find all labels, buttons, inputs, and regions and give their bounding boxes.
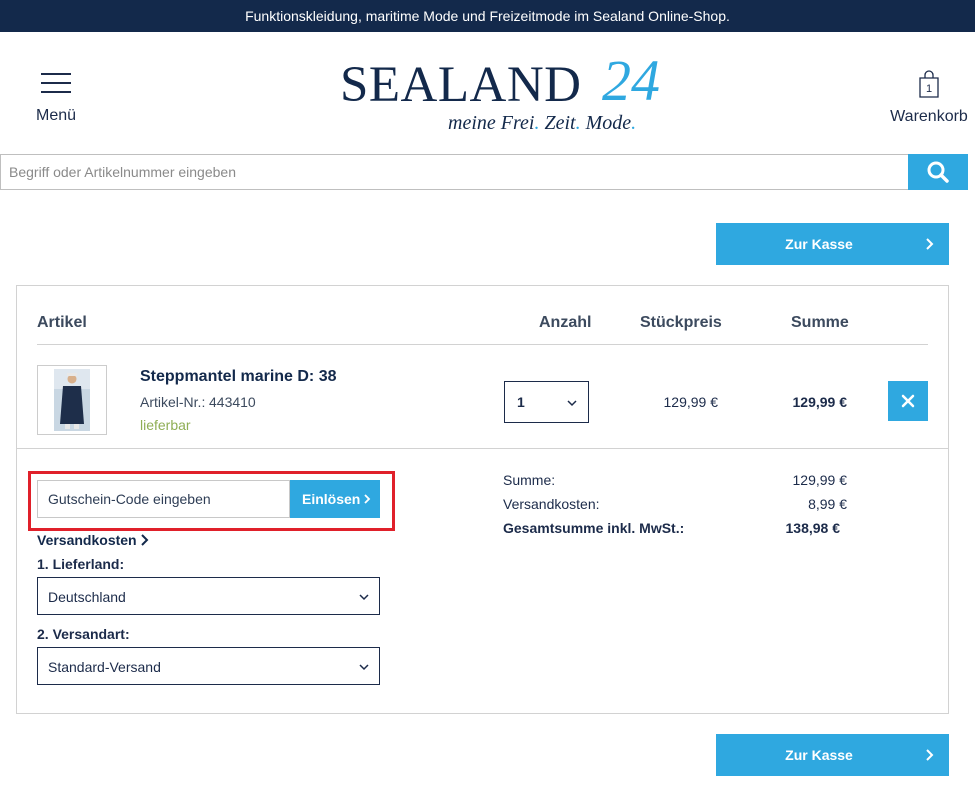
line-sum: 129,99 € (792, 394, 848, 410)
hamburger-icon (41, 73, 71, 93)
header-quantity: Anzahl (539, 314, 592, 331)
header-divider (37, 344, 928, 345)
chevron-right-icon (364, 494, 371, 504)
close-icon (901, 394, 915, 408)
redeem-voucher-button[interactable]: Einlösen (290, 480, 380, 518)
subtotal-label: Summe: (503, 472, 556, 488)
shipping-method-select[interactable]: Standard-Versand (37, 647, 380, 685)
logo-tagline: meine Frei. Zeit. Mode. (448, 112, 637, 134)
cart-button[interactable]: 1 Warenkorb (886, 68, 972, 128)
announcement-text: Funktionskleidung, maritime Mode und Fre… (245, 8, 730, 24)
redeem-button-label: Einlösen (302, 491, 361, 507)
announcement-bar: Funktionskleidung, maritime Mode und Fre… (0, 0, 975, 32)
product-name-link[interactable]: Steppmantel marine D: 38 (140, 368, 337, 386)
country-select[interactable]: Deutschland (37, 577, 380, 615)
country-value: Deutschland (48, 589, 126, 605)
search-bar (0, 154, 968, 190)
product-thumbnail[interactable] (37, 365, 107, 435)
country-label: 1. Lieferland: (37, 556, 125, 572)
chevron-right-icon (926, 749, 934, 761)
chevron-right-icon (926, 238, 934, 250)
quantity-value: 1 (517, 394, 525, 410)
shipping-method-value: Standard-Versand (48, 659, 161, 675)
chevron-down-icon (359, 664, 369, 671)
logo-number: 24 (602, 48, 660, 113)
chevron-down-icon (567, 400, 577, 407)
cart-label: Warenkorb (890, 108, 968, 125)
menu-label: Menü (35, 107, 77, 124)
checkout-button-label: Zur Kasse (785, 236, 853, 252)
voucher-code-input[interactable] (37, 480, 290, 518)
checkout-button-bottom[interactable]: Zur Kasse (716, 734, 949, 776)
logo-wordmark: SEALAND (340, 57, 582, 113)
chevron-down-icon (359, 594, 369, 601)
cart-table: Artikel Anzahl Stückpreis Summe Steppman… (16, 285, 949, 714)
checkout-button-top[interactable]: Zur Kasse (716, 223, 949, 265)
chevron-right-icon (140, 534, 149, 546)
quantity-select[interactable]: 1 (504, 381, 589, 423)
search-button[interactable] (908, 154, 968, 190)
total-label: Gesamtsumme inkl. MwSt.: (503, 520, 685, 536)
shipping-cost-label: Versandkosten: (503, 496, 600, 512)
article-number: 443410 (209, 394, 256, 410)
unit-price: 129,99 € (663, 394, 719, 410)
product-image (54, 369, 90, 431)
shipping-costs-link[interactable]: Versandkosten (37, 532, 149, 548)
sealand24-logo[interactable]: SEALAND 24 meine Frei. Zeit. Mode. (340, 52, 670, 136)
search-icon (927, 161, 949, 183)
article-number-label: Artikel-Nr.: (140, 394, 206, 410)
cart-count: 1 (926, 83, 932, 95)
row-divider (17, 448, 948, 449)
shipping-method-label: 2. Versandart: (37, 626, 130, 642)
search-input[interactable] (1, 155, 907, 189)
header-unit-price: Stückpreis (640, 314, 722, 331)
checkout-button-label: Zur Kasse (785, 747, 853, 763)
total-value: 138,98 € (785, 520, 841, 536)
header-article: Artikel (37, 314, 87, 331)
subtotal-value: 129,99 € (792, 472, 848, 488)
header-sum: Summe (791, 314, 849, 331)
menu-button[interactable]: Menü (22, 70, 90, 128)
remove-item-button[interactable] (888, 381, 928, 421)
shipping-cost-value: 8,99 € (808, 496, 847, 512)
availability-status: lieferbar (140, 417, 191, 433)
shopping-bag-icon: 1 (919, 70, 939, 98)
